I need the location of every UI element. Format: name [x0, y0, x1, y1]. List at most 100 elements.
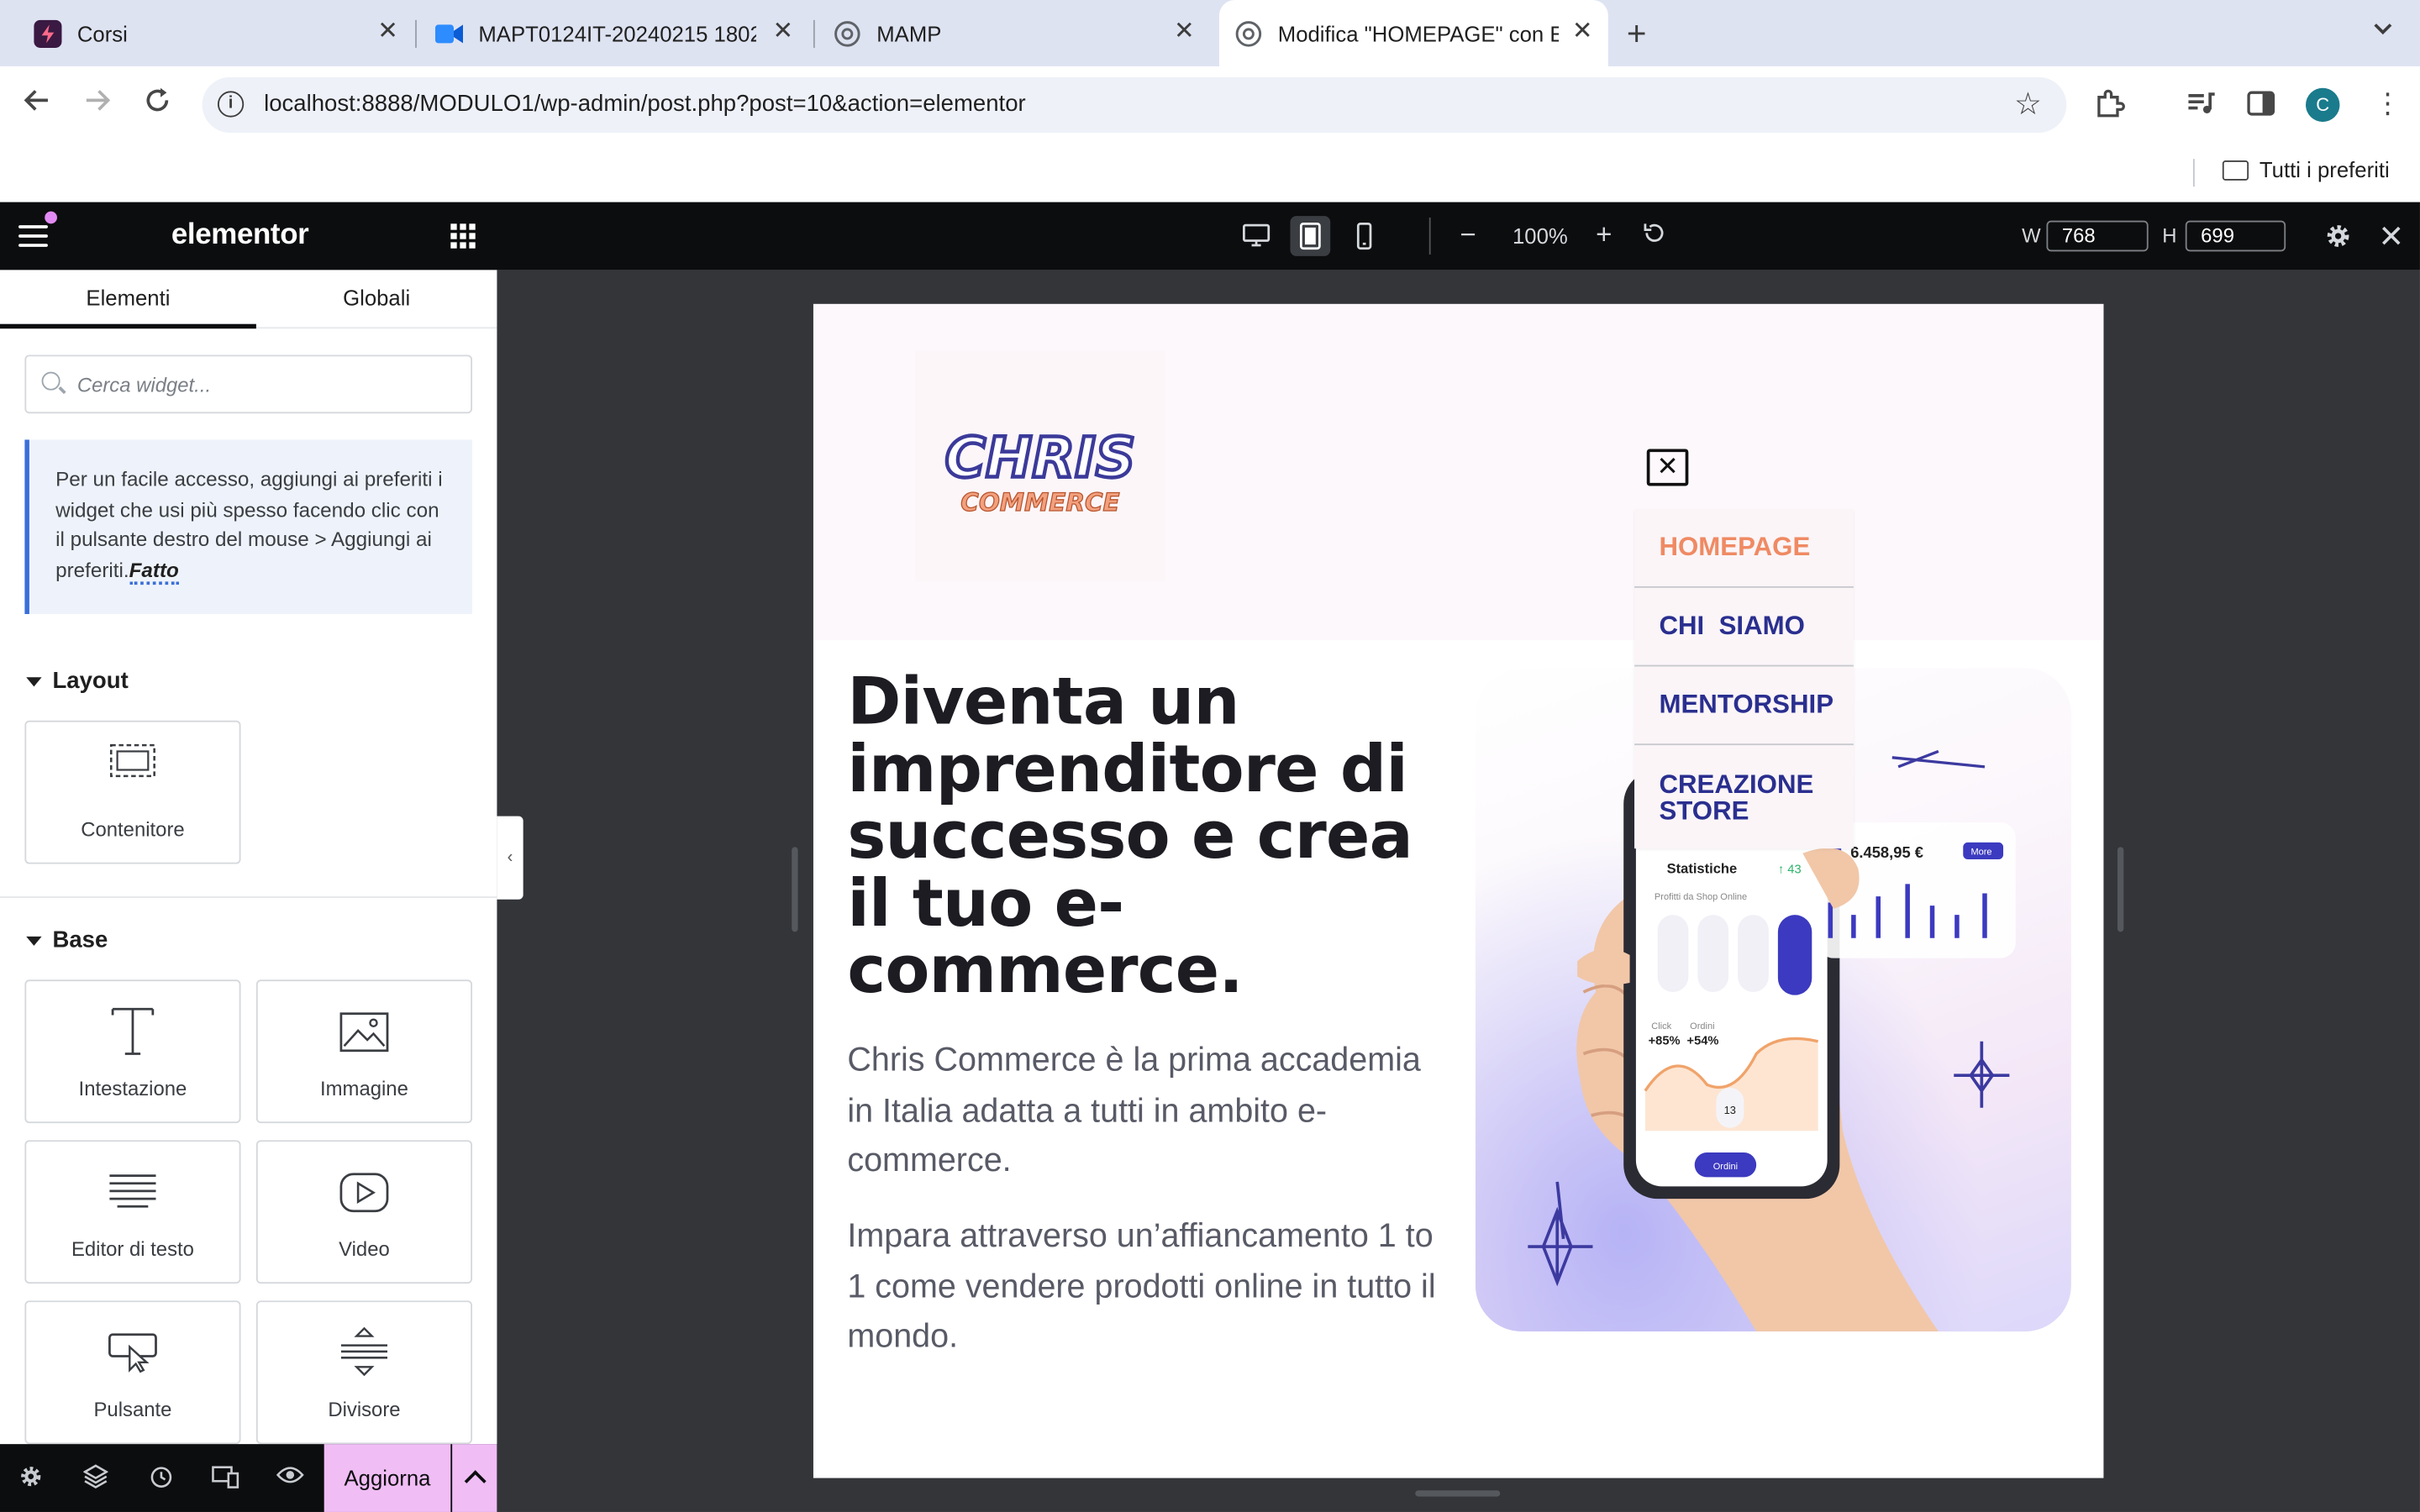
site-logo[interactable]: CHRIS COMMERCE	[915, 349, 1165, 582]
width-input[interactable]: 768	[2046, 220, 2149, 252]
zoom-out-icon[interactable]: −	[1460, 219, 1476, 252]
stats-title: Statistiche	[1667, 861, 1738, 877]
section-layout-toggle[interactable]: Layout	[26, 668, 129, 695]
orders-button: Ordini	[1713, 1162, 1738, 1172]
browser-tab-corsi[interactable]: Corsi ✕	[18, 0, 417, 66]
browser-tab-elementor[interactable]: Modifica "HOMEPAGE" con El ✕	[1218, 0, 1608, 66]
collapse-panel-chevron-icon[interactable]: ‹	[497, 816, 523, 900]
resize-handle-bottom[interactable]	[1415, 1490, 1501, 1497]
tab-elementi[interactable]: Elementi	[0, 270, 256, 329]
logo-word-chris: CHRIS	[944, 426, 1135, 491]
nav-item-chi-siamo[interactable]: CHI SIAMO	[1634, 588, 1854, 667]
tab-title: Modifica "HOMEPAGE" con El	[1277, 20, 1560, 46]
container-icon	[26, 743, 239, 778]
widget-video[interactable]: Video	[255, 1140, 473, 1284]
browser-tab-mapt[interactable]: MAPT0124IT-20240215 1802 ✕	[420, 0, 813, 66]
resize-handle-left[interactable]	[792, 847, 798, 932]
widget-label: Divisore	[328, 1398, 401, 1421]
search-placeholder: Cerca widget...	[76, 373, 212, 397]
extensions-icon[interactable]	[2094, 88, 2125, 127]
widget-divisore[interactable]: Divisore	[255, 1300, 473, 1445]
reload-icon[interactable]	[139, 87, 176, 123]
globe-icon	[834, 19, 861, 47]
panel-tabs: Elementi Globali	[0, 270, 497, 329]
close-icon[interactable]: ✕	[377, 19, 398, 45]
resize-handle-right[interactable]	[2117, 847, 2124, 932]
caret-down-icon	[26, 935, 42, 945]
zoom-level: 100%	[1512, 223, 1568, 249]
tab-globali[interactable]: Globali	[249, 270, 497, 328]
notification-dot	[45, 211, 57, 224]
close-icon[interactable]: ✕	[1174, 19, 1195, 45]
side-panel-icon[interactable]	[2245, 88, 2276, 127]
nav-item-homepage[interactable]: HOMEPAGE	[1634, 509, 1854, 588]
widget-immagine[interactable]: Immagine	[255, 979, 473, 1124]
close-icon[interactable]: ✕	[772, 19, 793, 45]
address-bar[interactable]: i localhost:8888/MODULO1/wp-admin/post.p…	[202, 76, 2067, 133]
section-base-toggle[interactable]: Base	[26, 927, 108, 953]
reset-zoom-icon[interactable]	[1642, 221, 1666, 254]
section-layout-title: Layout	[52, 668, 129, 695]
zoom-in-icon[interactable]: +	[1596, 219, 1612, 252]
all-bookmarks-button[interactable]: Tutti i preferiti	[2222, 157, 2390, 182]
profile-avatar[interactable]: C	[2306, 87, 2340, 123]
apps-grid-icon[interactable]	[450, 223, 476, 249]
desktop-device-icon[interactable]	[1236, 216, 1276, 256]
divider-icon	[258, 1326, 471, 1377]
tab-title: Corsi	[76, 20, 128, 46]
more-button: More	[1970, 848, 1991, 858]
orders-label: Ordini	[1690, 1021, 1714, 1032]
amount-value: 6.458,95 €	[1850, 843, 1923, 861]
dropdown-nav-menu: HOMEPAGE CHI SIAMO MENTORSHIP CREAZIONE …	[1634, 509, 1854, 849]
video-icon	[258, 1173, 471, 1213]
text-editor-icon	[26, 1173, 239, 1210]
settings-gear-icon[interactable]	[2324, 222, 2352, 257]
widget-label: Video	[339, 1237, 390, 1261]
notice-done-link[interactable]: Fatto	[129, 557, 179, 585]
widget-search-input[interactable]: Cerca widget...	[24, 354, 473, 414]
update-options-chevron-icon[interactable]	[452, 1444, 497, 1512]
bookmark-star-icon[interactable]: ☆	[2014, 85, 2042, 123]
nav-item-creazione-store[interactable]: CREAZIONE STORE	[1634, 745, 1854, 848]
meet-icon	[434, 19, 464, 47]
widget-intestazione[interactable]: Intestazione	[24, 979, 241, 1124]
widget-label: Pulsante	[93, 1398, 172, 1421]
tablet-device-icon[interactable]	[1290, 216, 1331, 256]
search-icon	[41, 371, 60, 391]
width-label: W	[2022, 223, 2041, 247]
kebab-menu-icon[interactable]: ⋮	[2374, 88, 2402, 121]
responsive-mode-icon[interactable]	[212, 1464, 239, 1492]
tab-search-chevron-icon[interactable]	[2372, 17, 2394, 43]
widget-contenitore[interactable]: Contenitore	[24, 720, 241, 864]
close-preview-icon[interactable]: ✕	[2378, 218, 2404, 256]
widget-panel: Elementi Globali Cerca widget... Per un …	[0, 270, 497, 1445]
media-control-icon[interactable]	[2186, 88, 2217, 127]
site-info-icon[interactable]: i	[217, 91, 245, 118]
preview-eye-icon[interactable]	[276, 1464, 304, 1492]
chart-day: 13	[1724, 1104, 1736, 1116]
heading-icon	[26, 1006, 239, 1056]
browser-tab-mamp[interactable]: MAMP ✕	[818, 0, 1213, 66]
image-icon	[258, 1012, 471, 1053]
folder-icon	[2222, 160, 2249, 180]
globe-icon	[1234, 19, 1262, 47]
update-button[interactable]: Aggiorna	[324, 1444, 451, 1512]
widget-pulsante[interactable]: Pulsante	[24, 1300, 241, 1445]
history-icon[interactable]	[146, 1464, 174, 1492]
hamburger-menu-icon[interactable]	[18, 225, 48, 249]
hero-paragraph-1: Chris Commerce è la prima accademia in I…	[847, 1041, 1421, 1179]
close-icon[interactable]: ✕	[1572, 19, 1593, 45]
url-text: localhost:8888/MODULO1/wp-admin/post.php…	[264, 91, 1026, 118]
widget-label: Editor di testo	[71, 1237, 194, 1261]
bookmarks-label: Tutti i preferiti	[2259, 157, 2390, 182]
layers-icon[interactable]	[82, 1464, 109, 1492]
menu-close-icon[interactable]: ✕	[1646, 449, 1689, 486]
forward-arrow-icon[interactable]	[79, 87, 116, 123]
back-arrow-icon[interactable]	[18, 87, 55, 123]
widget-editor-di-testo[interactable]: Editor di testo	[24, 1140, 241, 1284]
settings-gear-icon[interactable]	[17, 1464, 45, 1492]
mobile-device-icon[interactable]	[1344, 216, 1385, 256]
new-tab-button[interactable]: +	[1627, 14, 1647, 55]
nav-item-mentorship[interactable]: MENTORSHIP	[1634, 666, 1854, 746]
height-input[interactable]: 699	[2185, 220, 2286, 252]
